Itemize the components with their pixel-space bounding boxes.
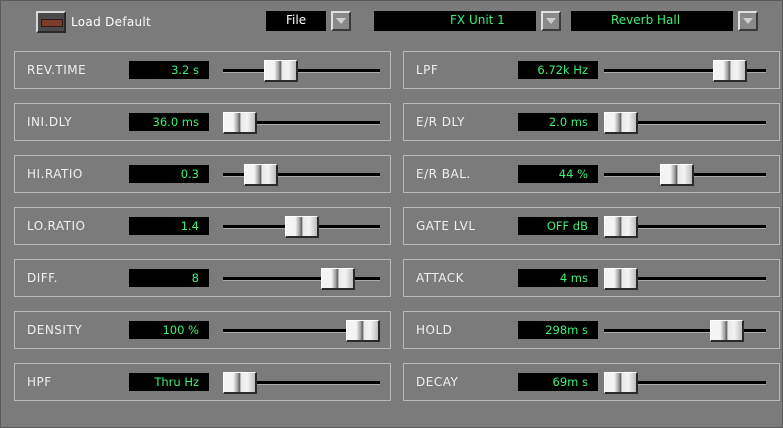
param-label: DECAY xyxy=(416,375,459,389)
slider-knob[interactable] xyxy=(284,216,319,238)
param-value-display[interactable]: 100 % xyxy=(129,321,209,339)
param-value-display[interactable]: 2.0 ms xyxy=(518,113,598,131)
slider-knob[interactable] xyxy=(604,268,638,290)
param-value-display[interactable]: 44 % xyxy=(518,165,598,183)
file-menu-label: File xyxy=(286,13,307,27)
slider-knob[interactable] xyxy=(321,268,356,290)
param-value-display[interactable]: 36.0 ms xyxy=(129,113,209,131)
param-value-display[interactable]: OFF dB xyxy=(518,217,598,235)
slider-track[interactable] xyxy=(223,277,380,281)
param-value-display[interactable]: 298m s xyxy=(518,321,598,339)
param-label: DENSITY xyxy=(27,323,83,337)
param-row-hpf: HPF Thru Hz xyxy=(14,363,391,401)
fx-editor-panel: Load Default File FX Unit 1 Reverb Hall … xyxy=(0,0,783,428)
slider-knob[interactable] xyxy=(346,320,380,342)
slider-knob[interactable] xyxy=(604,112,638,134)
slider-knob[interactable] xyxy=(710,320,745,342)
param-label: ATTACK xyxy=(416,271,465,285)
toolbar: Load Default File FX Unit 1 Reverb Hall xyxy=(1,1,783,41)
param-label: GATE LVL xyxy=(416,219,476,233)
slider-knob[interactable] xyxy=(604,372,638,394)
param-value-display[interactable]: 3.2 s xyxy=(129,61,209,79)
file-dropdown-arrow-icon[interactable] xyxy=(331,11,351,31)
param-row-rev-time: REV.TIME 3.2 s xyxy=(14,51,391,89)
param-label: LPF xyxy=(416,63,439,77)
load-default-button[interactable] xyxy=(36,11,66,33)
param-row-e-r-bal: E/R BAL. 44 % xyxy=(403,155,780,193)
fx-unit-select[interactable]: FX Unit 1 xyxy=(374,11,536,31)
param-label: HPF xyxy=(27,375,52,389)
param-row-density: DENSITY 100 % xyxy=(14,311,391,349)
param-row-decay: DECAY 69m s xyxy=(403,363,780,401)
load-default-label: Load Default xyxy=(71,15,152,29)
fx-unit-label: FX Unit 1 xyxy=(450,13,505,27)
param-row-diff: DIFF. 8 xyxy=(14,259,391,297)
param-label: HI.RATIO xyxy=(27,167,83,181)
slider-track[interactable] xyxy=(223,69,380,73)
param-row-ini-dly: INI.DLY 36.0 ms xyxy=(14,103,391,141)
param-value-display[interactable]: 0.3 xyxy=(129,165,209,183)
param-value-display[interactable]: Thru Hz xyxy=(129,373,209,391)
param-label: E/R DLY xyxy=(416,115,465,129)
param-value-display[interactable]: 4 ms xyxy=(518,269,598,287)
slider-knob[interactable] xyxy=(604,216,638,238)
param-row-lpf: LPF 6.72k Hz xyxy=(403,51,780,89)
program-select[interactable]: Reverb Hall xyxy=(571,11,733,31)
slider-knob[interactable] xyxy=(243,164,278,186)
program-dropdown-arrow-icon[interactable] xyxy=(738,11,758,31)
param-row-lo-ratio: LO.RATIO 1.4 xyxy=(14,207,391,245)
param-row-e-r-dly: E/R DLY 2.0 ms xyxy=(403,103,780,141)
slider-knob[interactable] xyxy=(223,112,257,134)
fx-unit-dropdown-arrow-icon[interactable] xyxy=(541,11,561,31)
slider-knob[interactable] xyxy=(660,164,695,186)
param-row-attack: ATTACK 4 ms xyxy=(403,259,780,297)
param-value-display[interactable]: 6.72k Hz xyxy=(518,61,598,79)
param-row-hold: HOLD 298m s xyxy=(403,311,780,349)
param-label: REV.TIME xyxy=(27,63,87,77)
program-label: Reverb Hall xyxy=(611,13,681,27)
param-value-display[interactable]: 8 xyxy=(129,269,209,287)
param-label: E/R BAL. xyxy=(416,167,471,181)
slider-knob[interactable] xyxy=(263,60,298,82)
slider-knob[interactable] xyxy=(712,60,747,82)
param-value-display[interactable]: 69m s xyxy=(518,373,598,391)
param-value-display[interactable]: 1.4 xyxy=(129,217,209,235)
indicator-lamp-icon xyxy=(41,19,63,27)
param-row-gate-lvl: GATE LVL OFF dB xyxy=(403,207,780,245)
slider-knob[interactable] xyxy=(223,372,257,394)
param-label: HOLD xyxy=(416,323,453,337)
param-label: DIFF. xyxy=(27,271,58,285)
file-menu[interactable]: File xyxy=(266,11,326,31)
param-row-hi-ratio: HI.RATIO 0.3 xyxy=(14,155,391,193)
param-label: INI.DLY xyxy=(27,115,73,129)
param-label: LO.RATIO xyxy=(27,219,86,233)
